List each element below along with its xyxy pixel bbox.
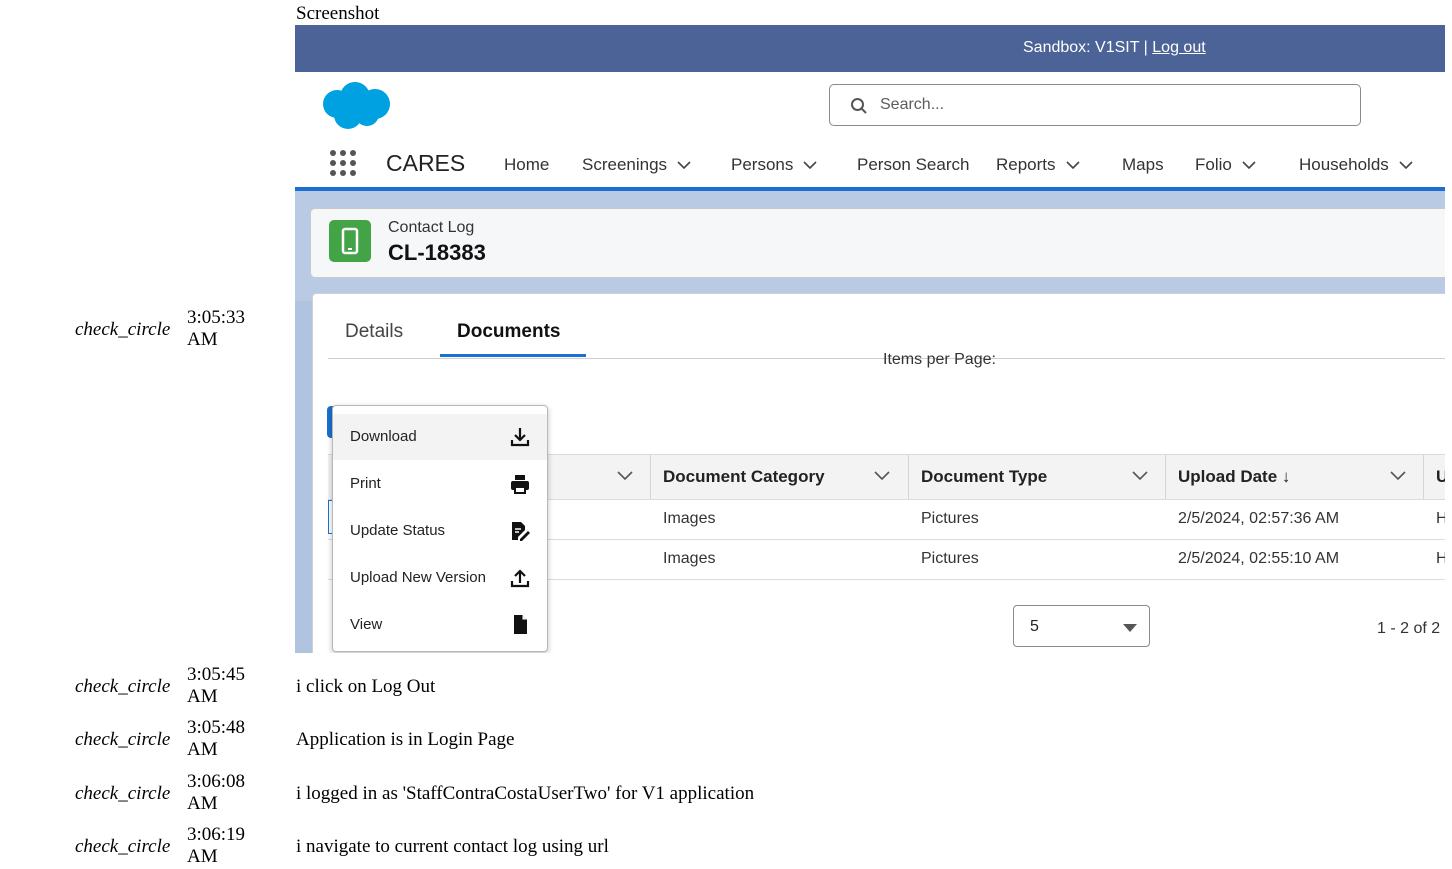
log-entry: check_circle 3:05:45 AM i click on Log Ou…	[75, 664, 1445, 708]
cell-truncated: H	[1436, 550, 1445, 567]
chevron-down-icon[interactable]	[874, 471, 890, 481]
pagination-range: 1 - 2 of 2	[1377, 620, 1441, 637]
check-circle-icon: check_circle	[75, 729, 171, 750]
log-time: 3:05:48 AM	[187, 717, 246, 760]
log-message: i logged in as 'StaffContraCostaUserTwo'…	[296, 783, 755, 804]
nav-item-folio[interactable]: Folio	[1195, 155, 1256, 175]
document-actions-menu: Download Print Update Status Upload New …	[332, 405, 548, 652]
column-header-document-category[interactable]: Document Category	[663, 467, 825, 487]
column-header-truncated[interactable]: U	[1436, 467, 1445, 487]
log-entry: check_circle 3:06:08 AM i logged in as 'S…	[75, 771, 1445, 815]
sandbox-bar: Sandbox: V1SIT | Log out	[295, 25, 1445, 72]
menu-item-download[interactable]: Download	[333, 414, 547, 460]
download-icon	[510, 428, 530, 447]
check-circle-icon: check_circle	[75, 836, 171, 857]
print-icon	[511, 475, 529, 494]
log-time: 3:06:19 AM	[187, 824, 246, 867]
search-input[interactable]: Search...	[829, 84, 1361, 126]
search-placeholder: Search...	[880, 96, 945, 113]
cell-type: Pictures	[921, 510, 979, 527]
app-nav-bar: CARES Home Screenings Persons Person Sea…	[295, 142, 1445, 191]
global-header: Search...	[295, 72, 1445, 142]
nav-item-households[interactable]: Households	[1299, 155, 1413, 175]
check-circle-icon: check_circle	[75, 783, 171, 804]
check-circle-icon: check_circle	[75, 319, 171, 340]
nav-item-home[interactable]: Home	[504, 155, 549, 175]
cell-truncated: H	[1436, 510, 1445, 527]
chevron-down-icon[interactable]	[1390, 471, 1406, 481]
column-header-document-type[interactable]: Document Type	[921, 467, 1047, 487]
menu-item-update-status[interactable]: Update Status	[333, 508, 547, 554]
salesforce-logo	[323, 82, 390, 129]
cell-type: Pictures	[921, 550, 979, 567]
screenshot-label: Screenshot	[296, 3, 380, 24]
logout-link[interactable]: Log out	[1152, 39, 1205, 56]
caret-down-icon	[1123, 624, 1137, 632]
embedded-screenshot: Sandbox: V1SIT | Log out Search... CARES…	[295, 25, 1445, 653]
edit-document-icon	[512, 522, 530, 541]
tab-bar: Details Documents	[328, 294, 1445, 359]
chevron-down-icon[interactable]	[803, 161, 817, 170]
items-per-page-label: Items per Page:	[883, 351, 996, 368]
chevron-down-icon[interactable]	[1399, 161, 1413, 170]
check-circle-icon: check_circle	[75, 676, 171, 697]
nav-item-reports[interactable]: Reports	[996, 155, 1080, 175]
nav-item-persons[interactable]: Persons	[731, 155, 817, 175]
cell-category: Images	[663, 550, 716, 567]
log-entry: check_circle 3:06:19 AM i navigate to cur…	[75, 824, 1445, 868]
file-icon	[514, 615, 527, 634]
tab-documents[interactable]: Documents	[457, 321, 560, 343]
log-message: i click on Log Out	[296, 676, 436, 697]
chevron-down-icon[interactable]	[1065, 161, 1080, 170]
chevron-down-icon[interactable]	[1132, 471, 1148, 481]
log-time: 3:05:45 AM	[187, 664, 246, 707]
upload-icon	[510, 569, 530, 588]
menu-item-print[interactable]: Print	[333, 461, 547, 507]
log-message: i navigate to current contact log using …	[296, 836, 609, 857]
items-per-page-select[interactable]: 5	[1013, 605, 1150, 647]
record-type: Contact Log	[388, 219, 475, 236]
tab-details[interactable]: Details	[345, 321, 403, 343]
log-time: 3:05:33 AM	[187, 307, 246, 350]
items-per-page-value: 5	[1030, 618, 1039, 635]
chevron-down-icon[interactable]	[1242, 161, 1256, 170]
nav-item-screenings[interactable]: Screenings	[582, 155, 691, 175]
log-time: 3:06:08 AM	[187, 771, 246, 814]
nav-item-maps[interactable]: Maps	[1122, 155, 1164, 175]
column-header-upload-date[interactable]: Upload Date ↓	[1178, 467, 1290, 487]
cell-upload-date: 2/5/2024, 02:55:10 AM	[1178, 550, 1340, 567]
record-banner: Contact Log CL-18383	[295, 191, 1445, 301]
app-name: CARES	[386, 150, 466, 176]
cell-category: Images	[663, 510, 716, 527]
chevron-down-icon[interactable]	[677, 161, 691, 170]
menu-item-view[interactable]: View	[333, 602, 547, 648]
app-launcher-icon[interactable]	[328, 148, 358, 178]
cell-upload-date: 2/5/2024, 02:57:36 AM	[1178, 510, 1340, 527]
phone-icon	[329, 220, 371, 262]
record-name: CL-18383	[388, 240, 486, 265]
log-message: Application is in Login Page	[296, 729, 515, 750]
nav-item-person-search[interactable]: Person Search	[857, 155, 969, 175]
record-header: Contact Log CL-18383	[310, 208, 1445, 278]
chevron-down-icon[interactable]	[617, 471, 633, 481]
menu-item-upload-new-version[interactable]: Upload New Version	[333, 555, 547, 601]
log-entry: check_circle 3:05:48 AM Application is in…	[75, 717, 1445, 761]
active-tab-indicator	[440, 354, 586, 357]
search-icon	[851, 98, 867, 114]
sandbox-label: Sandbox: V1SIT |	[1023, 39, 1153, 56]
